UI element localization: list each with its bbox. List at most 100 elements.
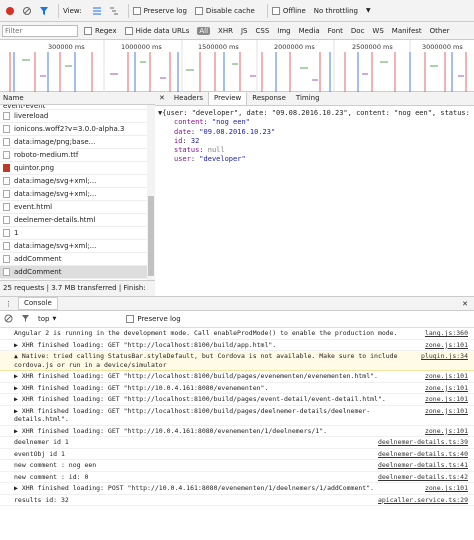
filter-icon[interactable] <box>37 4 51 18</box>
message-text[interactable]: ▶ XHR finished loading: GET "http://10.0… <box>14 384 268 392</box>
request-row[interactable]: event.html <box>0 201 147 214</box>
close-icon[interactable]: ✕ <box>155 92 169 105</box>
request-name: data:image/png;base... <box>14 138 96 146</box>
request-detail-tabs: ✕ Headers Preview Response Timing <box>155 91 474 106</box>
message-text[interactable]: ▶ XHR finished loading: POST "http://10.… <box>14 484 374 492</box>
source-link[interactable]: plugin.js:34 <box>421 352 468 361</box>
drawer-menu-icon[interactable]: ⋮ <box>5 300 12 308</box>
json-summary[interactable]: ▼{user: "developer", date: "09.08.2016.1… <box>158 109 474 118</box>
type-filter-font[interactable]: Font <box>328 27 343 35</box>
request-row[interactable]: addComment <box>0 253 147 266</box>
source-link[interactable]: zone.js:101 <box>425 407 468 416</box>
request-row-selected[interactable]: addComment <box>0 266 147 279</box>
request-row[interactable]: ionicons.woff2?v=3.0.0-alpha.3 <box>0 123 147 136</box>
request-row[interactable]: data:image/svg+xml;... <box>0 175 147 188</box>
record-icon[interactable] <box>3 4 17 18</box>
type-filter-xhr[interactable]: XHR <box>218 27 233 35</box>
tab-headers[interactable]: Headers <box>169 92 208 105</box>
source-link[interactable]: apicaller.service.ts:29 <box>378 496 468 505</box>
type-filter-doc[interactable]: Doc <box>351 27 365 35</box>
chevron-down-icon[interactable]: ▼ <box>52 316 56 322</box>
close-icon[interactable]: ✕ <box>462 300 468 308</box>
divider <box>266 3 268 18</box>
json-property: content: "nog een" <box>174 118 250 127</box>
message-text: Angular 2 is running in the development … <box>14 329 398 337</box>
tab-console[interactable]: Console <box>18 297 58 310</box>
request-row[interactable]: 1 <box>0 227 147 240</box>
request-row[interactable]: quintor.png <box>0 162 147 175</box>
list-view-icon[interactable] <box>90 4 104 18</box>
preserve-log-checkbox[interactable] <box>132 6 141 15</box>
name-column-header[interactable]: Name <box>0 92 155 105</box>
source-link[interactable]: deelnemer-details.ts:40 <box>378 450 468 459</box>
message-text[interactable]: ▶ XHR finished loading: GET "http://loca… <box>14 341 276 349</box>
source-link[interactable]: deelnemer-details.ts:42 <box>378 473 468 482</box>
request-row[interactable]: data:image/svg+xml;... <box>0 188 147 201</box>
prompt-icon: › <box>4 507 8 508</box>
console-prompt[interactable]: › <box>0 506 474 508</box>
waterfall-icon[interactable] <box>107 4 121 18</box>
scrollbar-thumb[interactable] <box>148 196 154 276</box>
message-text[interactable]: ▶ XHR finished loading: GET "http://loca… <box>14 407 370 415</box>
console-message: eventObj id 1 deelnemer-details.ts:40 <box>0 449 474 460</box>
type-filter-js[interactable]: JS <box>241 27 248 35</box>
request-row[interactable]: data:image/svg+xml;... <box>0 240 147 253</box>
type-filter-media[interactable]: Media <box>299 27 320 35</box>
json-value: null <box>207 146 225 155</box>
request-name: 1 <box>14 229 19 237</box>
clear-icon[interactable] <box>20 4 34 18</box>
filter-icon[interactable] <box>21 314 30 325</box>
offline-checkbox[interactable] <box>271 6 280 15</box>
message-text[interactable]: ▶ XHR finished loading: GET "http://10.0… <box>14 427 327 435</box>
request-row[interactable]: livereload <box>0 110 147 123</box>
source-link[interactable]: deelnemer-details.ts:39 <box>378 438 468 447</box>
source-link[interactable]: deelnemer-details.ts:41 <box>378 461 468 470</box>
source-link[interactable]: zone.js:101 <box>425 484 468 493</box>
message-text: ▲ Native: tried calling StatusBar.styleD… <box>14 352 398 360</box>
console-messages: Angular 2 is running in the development … <box>0 328 474 508</box>
context-select[interactable]: top <box>38 315 49 323</box>
console-toolbar: top ▼ Preserve log <box>0 311 474 328</box>
preserve-log-checkbox[interactable] <box>126 315 135 323</box>
source-link[interactable]: zone.js:101 <box>425 395 468 404</box>
file-icon <box>3 255 10 263</box>
source-link[interactable]: zone.js:101 <box>425 427 468 436</box>
hide-data-urls-checkbox[interactable] <box>124 26 133 35</box>
type-filter-manifest[interactable]: Manifest <box>392 27 422 35</box>
chevron-down-icon[interactable]: ▼ <box>366 7 371 14</box>
source-link[interactable]: zone.js:101 <box>425 341 468 350</box>
source-link[interactable]: zone.js:101 <box>425 384 468 393</box>
request-name: event.html <box>14 203 53 211</box>
console-warning: ▲ Native: tried calling StatusBar.styleD… <box>0 351 474 371</box>
source-link[interactable]: zone.js:101 <box>425 372 468 381</box>
source-link[interactable]: lang.js:360 <box>425 329 468 338</box>
divider <box>127 3 129 18</box>
console-message: results id: 32 apicaller.service.ts:29 <box>0 495 474 506</box>
message-text[interactable]: ▶ XHR finished loading: GET "http://loca… <box>14 372 378 380</box>
timeline-tick: 2500000 ms <box>352 43 393 51</box>
clear-console-icon[interactable] <box>4 314 13 325</box>
message-text[interactable]: ▶ XHR finished loading: GET "http://loca… <box>14 395 386 403</box>
file-icon <box>3 268 10 276</box>
disable-cache-checkbox[interactable] <box>194 6 203 15</box>
type-filter-ws[interactable]: WS <box>372 27 383 35</box>
request-row[interactable]: data:image/png;base... <box>0 136 147 149</box>
request-row[interactable]: deelnemer-details.html <box>0 214 147 227</box>
type-filter-css[interactable]: CSS <box>256 27 270 35</box>
file-icon <box>3 242 10 250</box>
throttling-select[interactable]: No throttling <box>314 7 358 15</box>
request-row[interactable]: roboto-medium.ttf <box>0 149 147 162</box>
tab-timing[interactable]: Timing <box>291 92 325 105</box>
regex-checkbox[interactable] <box>84 26 92 35</box>
type-filter-all[interactable]: All <box>197 26 211 35</box>
tab-preview[interactable]: Preview <box>208 91 248 105</box>
file-icon <box>3 229 10 237</box>
filter-input[interactable] <box>2 24 78 37</box>
file-icon <box>3 203 10 211</box>
tab-response[interactable]: Response <box>247 92 291 105</box>
console-message: ▶ XHR finished loading: GET "http://10.0… <box>0 383 474 394</box>
json-key: user <box>174 155 191 164</box>
type-filter-other[interactable]: Other <box>430 27 450 35</box>
type-filter-img[interactable]: Img <box>277 27 290 35</box>
timeline-ruler: 300000 ms 1000000 ms 1500000 ms 2000000 … <box>0 40 474 52</box>
